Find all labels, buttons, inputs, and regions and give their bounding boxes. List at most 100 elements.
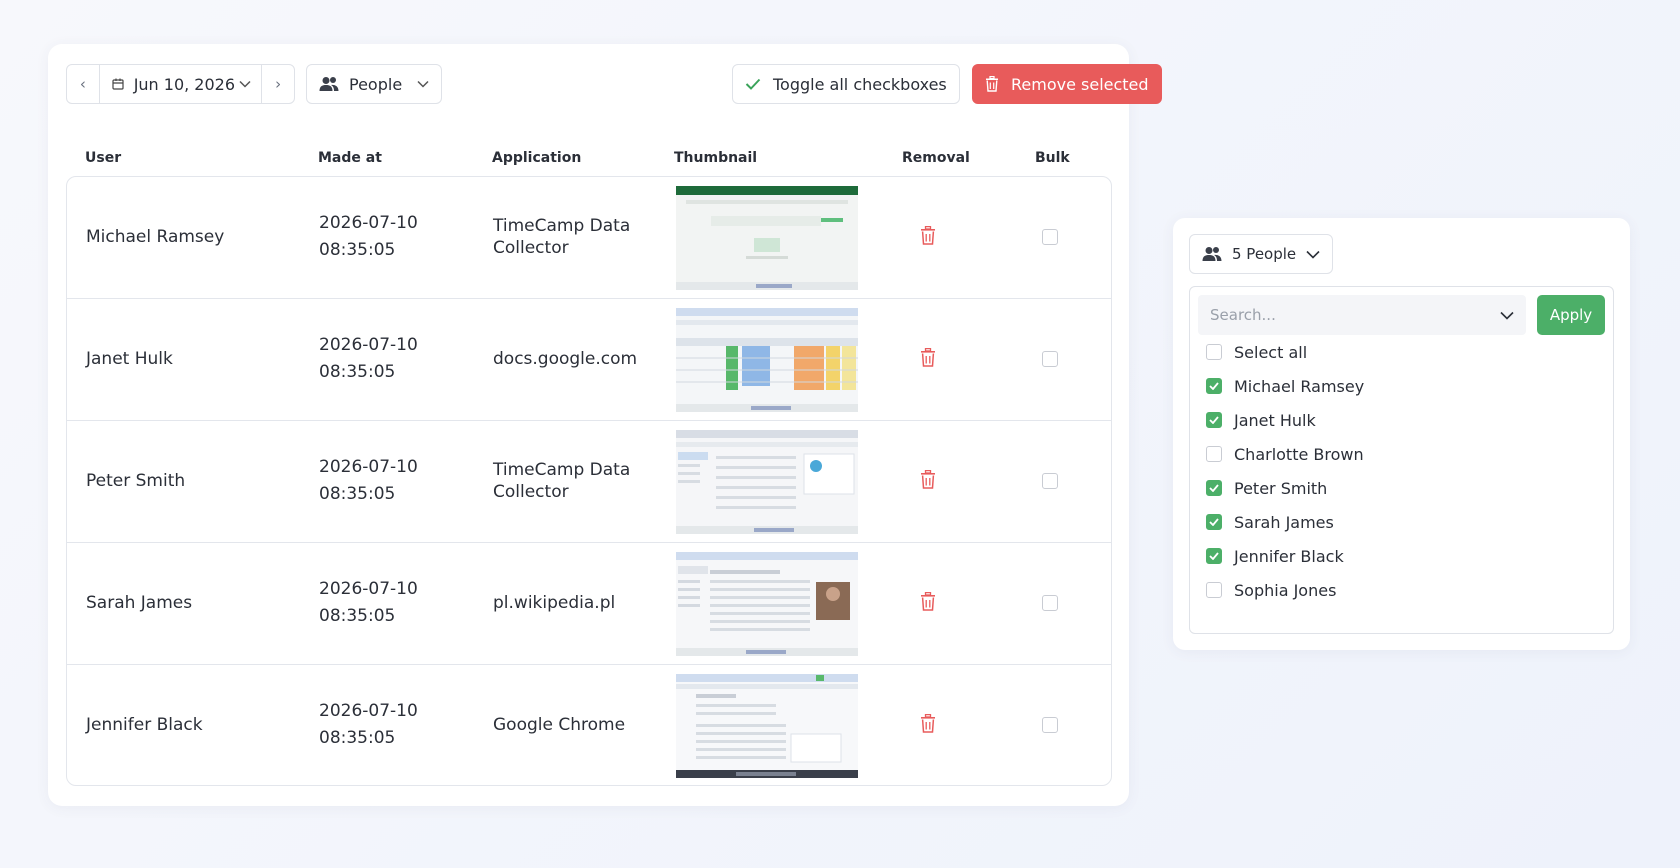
table-row: Michael Ramsey 2026-07-10 08:35:05 TimeCa…	[67, 177, 1111, 299]
checkbox[interactable]	[1206, 378, 1222, 394]
chevron-left-icon: ‹	[79, 75, 86, 93]
header-made-at: Made at	[318, 150, 382, 166]
people-count-button[interactable]: 5 People	[1189, 234, 1333, 274]
made-at: 2026-07-10 08:35:05	[319, 210, 418, 264]
screenshot-thumbnail[interactable]	[676, 308, 858, 412]
chevron-down-icon	[1306, 250, 1320, 259]
made-at-time: 08:35:05	[319, 484, 396, 504]
made-at-time: 08:35:05	[319, 240, 396, 260]
people-filter-panel: 5 People Apply Select all Michael Ramsey…	[1173, 218, 1630, 650]
toolbar: ‹ Jun 10, 2026 › People Toggle all check…	[66, 64, 1162, 104]
option-select-all[interactable]: Select all	[1206, 340, 1307, 364]
apply-button[interactable]: Apply	[1537, 295, 1605, 335]
trash-icon	[921, 225, 935, 245]
checkbox[interactable]	[1206, 412, 1222, 428]
application-name: docs.google.com	[493, 349, 638, 369]
thumbnail-image	[676, 552, 858, 656]
table-row: Sarah James 2026-07-10 08:35:05 pl.wikipe…	[67, 543, 1111, 665]
remove-row-button[interactable]	[920, 591, 936, 615]
check-icon	[1209, 382, 1219, 390]
option-jennifer-black[interactable]: Jennifer Black	[1206, 544, 1344, 568]
thumbnail-image	[676, 308, 858, 412]
people-search	[1198, 295, 1526, 335]
check-icon	[745, 78, 761, 90]
option-label: Jennifer Black	[1234, 546, 1344, 566]
option-label: Sarah James	[1234, 512, 1334, 532]
checkbox[interactable]	[1206, 446, 1222, 462]
bulk-checkbox[interactable]	[1042, 595, 1058, 611]
user-name: Michael Ramsey	[86, 227, 225, 247]
screenshot-thumbnail[interactable]	[676, 552, 858, 656]
calendar-icon	[112, 78, 124, 90]
option-sarah-james[interactable]: Sarah James	[1206, 510, 1334, 534]
bulk-checkbox[interactable]	[1042, 473, 1058, 489]
user-name: Peter Smith	[86, 471, 186, 491]
option-michael-ramsey[interactable]: Michael Ramsey	[1206, 374, 1364, 398]
trash-icon	[921, 591, 935, 611]
user-name: Jennifer Black	[86, 715, 203, 735]
people-dropdown: Apply Select all Michael Ramsey Janet Hu…	[1189, 286, 1614, 634]
chevron-right-icon: ›	[275, 75, 282, 93]
option-label: Michael Ramsey	[1234, 376, 1365, 396]
bulk-checkbox[interactable]	[1042, 351, 1058, 367]
option-peter-smith[interactable]: Peter Smith	[1206, 476, 1327, 500]
check-icon	[1209, 552, 1219, 560]
remove-row-button[interactable]	[920, 347, 936, 371]
checkbox[interactable]	[1206, 344, 1222, 360]
remove-row-button[interactable]	[920, 225, 936, 249]
people-filter-label: People	[349, 74, 403, 94]
header-bulk: Bulk	[1035, 150, 1070, 166]
bulk-checkbox[interactable]	[1042, 229, 1058, 245]
header-thumbnail: Thumbnail	[674, 150, 758, 166]
table-row: Janet Hulk 2026-07-10 08:35:05 docs.googl…	[67, 299, 1111, 421]
option-label: Peter Smith	[1234, 478, 1328, 498]
toggle-all-checkboxes-button[interactable]: Toggle all checkboxes	[732, 64, 960, 104]
chevron-down-icon[interactable]	[1500, 311, 1514, 320]
remove-selected-label: Remove selected	[1011, 74, 1149, 94]
made-at-time: 08:35:05	[319, 606, 396, 626]
made-at-date: 2026-07-10	[319, 457, 418, 477]
next-day-button[interactable]: ›	[262, 65, 294, 103]
made-at-date: 2026-07-10	[319, 335, 418, 355]
checkbox[interactable]	[1206, 480, 1222, 496]
people-filter-button[interactable]: People	[306, 64, 442, 104]
application-name: Google Chrome	[493, 715, 626, 735]
checkbox[interactable]	[1206, 582, 1222, 598]
check-icon	[1209, 484, 1219, 492]
trash-icon	[921, 469, 935, 489]
prev-day-button[interactable]: ‹	[67, 65, 99, 103]
bulk-checkbox[interactable]	[1042, 717, 1058, 733]
date-dropdown[interactable]: Jun 10, 2026	[98, 65, 263, 103]
option-label: Janet Hulk	[1234, 410, 1316, 430]
table-row: Jennifer Black 2026-07-10 08:35:05 Google…	[67, 665, 1111, 785]
option-label: Sophia Jones	[1234, 580, 1337, 600]
made-at-time: 08:35:05	[319, 362, 396, 382]
made-at-date: 2026-07-10	[319, 213, 418, 233]
option-label: Charlotte Brown	[1234, 444, 1364, 464]
search-input[interactable]	[1210, 306, 1490, 324]
chevron-down-icon	[417, 80, 429, 88]
trash-icon	[921, 347, 935, 367]
people-icon	[319, 77, 339, 91]
checkbox[interactable]	[1206, 548, 1222, 564]
remove-row-button[interactable]	[920, 713, 936, 737]
screenshot-thumbnail[interactable]	[676, 674, 858, 778]
thumbnail-image	[676, 430, 858, 534]
checkbox[interactable]	[1206, 514, 1222, 530]
table-row: Peter Smith 2026-07-10 08:35:05 TimeCamp …	[67, 421, 1111, 543]
option-janet-hulk[interactable]: Janet Hulk	[1206, 408, 1316, 432]
made-at: 2026-07-10 08:35:05	[319, 576, 418, 630]
screenshot-thumbnail[interactable]	[676, 430, 858, 534]
made-at: 2026-07-10 08:35:05	[319, 698, 418, 752]
made-at: 2026-07-10 08:35:05	[319, 332, 418, 386]
header-application: Application	[492, 150, 582, 166]
chevron-down-icon	[239, 80, 251, 88]
option-sophia-jones[interactable]: Sophia Jones	[1206, 578, 1336, 602]
toggle-all-label: Toggle all checkboxes	[773, 74, 947, 94]
trash-icon	[921, 713, 935, 733]
remove-row-button[interactable]	[920, 469, 936, 493]
screenshots-card: ‹ Jun 10, 2026 › People Toggle all check…	[48, 44, 1162, 806]
remove-selected-button[interactable]: Remove selected	[972, 64, 1162, 104]
option-charlotte-brown[interactable]: Charlotte Brown	[1206, 442, 1364, 466]
screenshot-thumbnail[interactable]	[676, 186, 858, 290]
